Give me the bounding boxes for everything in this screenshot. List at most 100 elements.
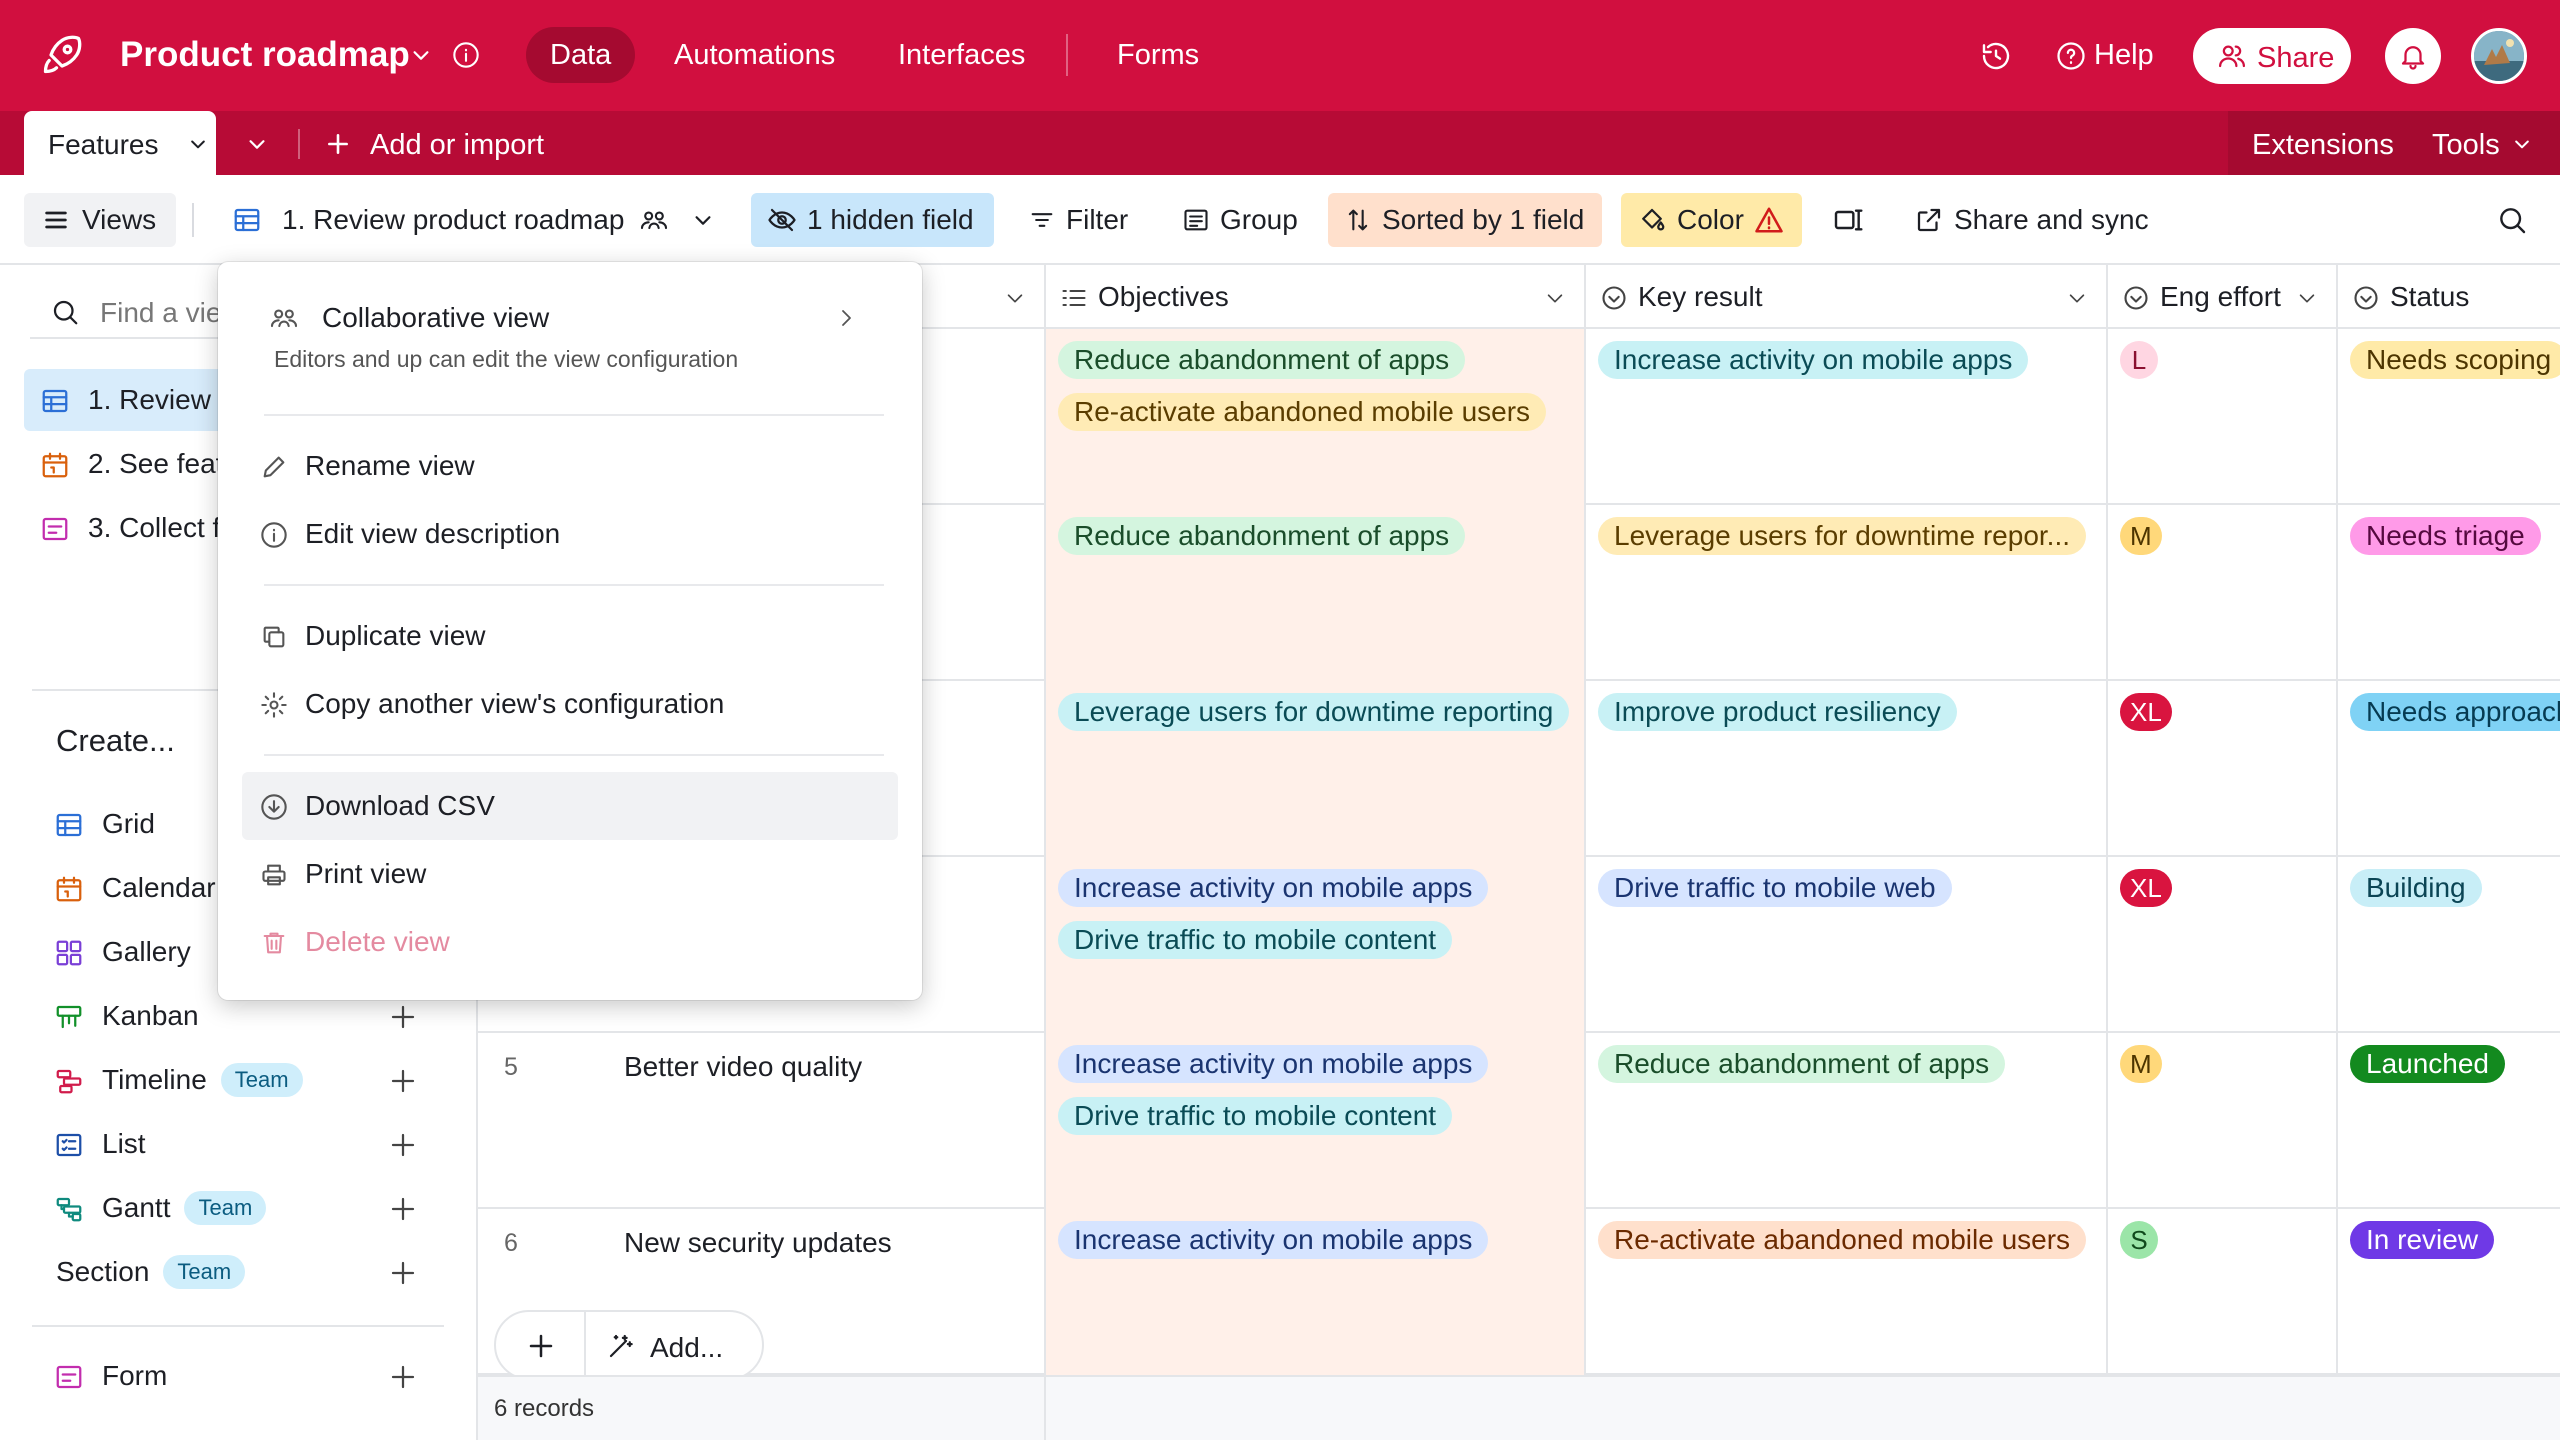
- user-avatar[interactable]: [2471, 28, 2527, 84]
- header-label: Eng effort: [2160, 281, 2281, 312]
- history-icon[interactable]: [1980, 40, 2012, 72]
- cell-objectives[interactable]: Reduce abandonment of apps: [1046, 505, 1586, 681]
- create-section[interactable]: Section Team: [24, 1242, 444, 1302]
- color-button[interactable]: Color: [1621, 193, 1802, 247]
- cell-status[interactable]: In review: [2338, 1209, 2560, 1375]
- form-icon: [42, 517, 68, 541]
- cell-key-result[interactable]: Leverage users for downtime repor...: [1586, 505, 2108, 681]
- paint-bucket-icon: [1642, 208, 1665, 231]
- tab-features[interactable]: Features: [24, 111, 216, 175]
- chevron-down-icon[interactable]: [2512, 134, 2532, 154]
- view-options-menu: Collaborative view Editors and up can ed…: [218, 262, 922, 1000]
- magic-wand-icon[interactable]: [606, 1331, 636, 1361]
- share-button[interactable]: Share: [2193, 28, 2351, 84]
- base-title[interactable]: Product roadmap: [120, 37, 410, 72]
- cell-key-result[interactable]: Re-activate abandoned mobile users: [1586, 1209, 2108, 1375]
- nav-automations[interactable]: Automations: [650, 27, 859, 83]
- cell-key-result[interactable]: Drive traffic to mobile web: [1586, 857, 2108, 1033]
- cell-key-result[interactable]: Reduce abandonment of apps: [1586, 1033, 2108, 1209]
- notifications-button[interactable]: [2385, 28, 2441, 84]
- help-link[interactable]: Help: [2094, 41, 2154, 70]
- tab-features-label: Features: [48, 129, 159, 160]
- tools-button[interactable]: Tools: [2432, 129, 2500, 162]
- cell-objectives[interactable]: Increase activity on mobile apps: [1046, 1209, 1586, 1375]
- current-view-button[interactable]: 1. Review product roadmap: [220, 193, 728, 247]
- help-icon[interactable]: [2056, 41, 2086, 71]
- header-eng-effort[interactable]: Eng effort: [2108, 265, 2338, 329]
- header-key-result[interactable]: Key result: [1586, 265, 2108, 329]
- plus-icon[interactable]: [325, 131, 351, 157]
- download-csv-item[interactable]: Download CSV: [242, 772, 898, 840]
- cell-status[interactable]: Needs triage: [2338, 505, 2560, 681]
- add-menu-button[interactable]: Add...: [650, 1332, 723, 1364]
- sort-button[interactable]: Sorted by 1 field: [1328, 193, 1603, 247]
- tab-divider: [298, 129, 300, 159]
- gear-icon: [261, 692, 287, 718]
- eye-off-icon: [768, 208, 796, 232]
- bell-icon: [2401, 46, 2425, 70]
- cell-status[interactable]: Needs scoping: [2338, 329, 2560, 505]
- row-height-icon[interactable]: [1832, 204, 1864, 236]
- cell-objectives[interactable]: Reduce abandonment of apps Re-activate a…: [1046, 329, 1586, 505]
- copy-config-item[interactable]: Copy another view's configuration: [242, 670, 898, 738]
- nav-data[interactable]: Data: [526, 27, 636, 83]
- cell-status[interactable]: Building: [2338, 857, 2560, 1033]
- cell-eng-effort[interactable]: M: [2108, 1033, 2338, 1209]
- create-gantt[interactable]: Gantt Team: [24, 1178, 444, 1238]
- rocket-logo-icon[interactable]: [40, 33, 84, 77]
- plus-icon[interactable]: [526, 1331, 556, 1361]
- search-icon[interactable]: [2496, 204, 2528, 236]
- plus-icon: [391, 1133, 415, 1157]
- collaborative-view-item[interactable]: Collaborative view Editors and up can ed…: [242, 282, 898, 392]
- nav-interfaces[interactable]: Interfaces: [874, 27, 1049, 83]
- create-timeline[interactable]: Timeline Team: [24, 1050, 444, 1110]
- nav-forms[interactable]: Forms: [1093, 27, 1223, 83]
- menu-label: Download CSV: [305, 790, 495, 821]
- extensions-button[interactable]: Extensions: [2252, 129, 2394, 162]
- cell-objectives[interactable]: Increase activity on mobile apps Drive t…: [1046, 857, 1586, 1033]
- hidden-fields-label: 1 hidden field: [807, 204, 974, 235]
- cell-objectives[interactable]: Leverage users for downtime reporting: [1046, 681, 1586, 857]
- cell-eng-effort[interactable]: XL: [2108, 681, 2338, 857]
- header-status[interactable]: Status: [2338, 265, 2560, 329]
- table-row[interactable]: 5 Better video quality Increase activity…: [478, 1033, 2560, 1209]
- views-toggle-button[interactable]: Views: [24, 193, 177, 247]
- status-tag: Launched: [2350, 1045, 2506, 1083]
- team-badge: Team: [163, 1254, 246, 1289]
- printer-icon: [262, 864, 286, 886]
- cell-objectives[interactable]: Increase activity on mobile apps Drive t…: [1046, 1033, 1586, 1209]
- hidden-fields-button[interactable]: 1 hidden field: [751, 193, 994, 247]
- cell-eng-effort[interactable]: M: [2108, 505, 2338, 681]
- sort-icon: [1348, 209, 1368, 231]
- add-or-import-button[interactable]: Add or import: [370, 129, 544, 162]
- print-view-item[interactable]: Print view: [242, 840, 898, 908]
- create-list[interactable]: List: [24, 1114, 444, 1174]
- cell-eng-effort[interactable]: L: [2108, 329, 2338, 505]
- edit-description-item[interactable]: Edit view description: [242, 500, 898, 568]
- multiselect-icon: [1062, 289, 1086, 307]
- cell-status[interactable]: Launched: [2338, 1033, 2560, 1209]
- cell-status[interactable]: Needs approach: [2338, 681, 2560, 857]
- chevron-down-icon[interactable]: [246, 133, 268, 155]
- plus-icon: [391, 1197, 415, 1221]
- cell-primary[interactable]: 5 Better video quality: [478, 1033, 1046, 1209]
- filter-button[interactable]: Filter: [1012, 193, 1142, 247]
- table-row[interactable]: 6 New security updates Increase activity…: [478, 1209, 2560, 1375]
- cell-key-result[interactable]: Improve product resiliency: [1586, 681, 2108, 857]
- cell-eng-effort[interactable]: S: [2108, 1209, 2338, 1375]
- share-sync-button[interactable]: Share and sync: [1898, 193, 2163, 247]
- create-form[interactable]: Form: [24, 1346, 444, 1406]
- menu-separator: [264, 414, 884, 416]
- delete-view-item[interactable]: Delete view: [242, 908, 898, 976]
- menu-label: Duplicate view: [305, 620, 486, 651]
- group-button[interactable]: Group: [1166, 193, 1312, 247]
- cell-eng-effort[interactable]: XL: [2108, 857, 2338, 1033]
- cell-key-result[interactable]: Increase activity on mobile apps: [1586, 329, 2108, 505]
- chevron-down-icon: [1547, 294, 1563, 303]
- chevron-down-icon[interactable]: [410, 44, 432, 66]
- header-objectives[interactable]: Objectives: [1046, 265, 1586, 329]
- rename-view-item[interactable]: Rename view: [242, 432, 898, 500]
- info-icon[interactable]: [452, 41, 480, 69]
- duplicate-view-item[interactable]: Duplicate view: [242, 602, 898, 670]
- share-sync-label: Share and sync: [1954, 204, 2149, 235]
